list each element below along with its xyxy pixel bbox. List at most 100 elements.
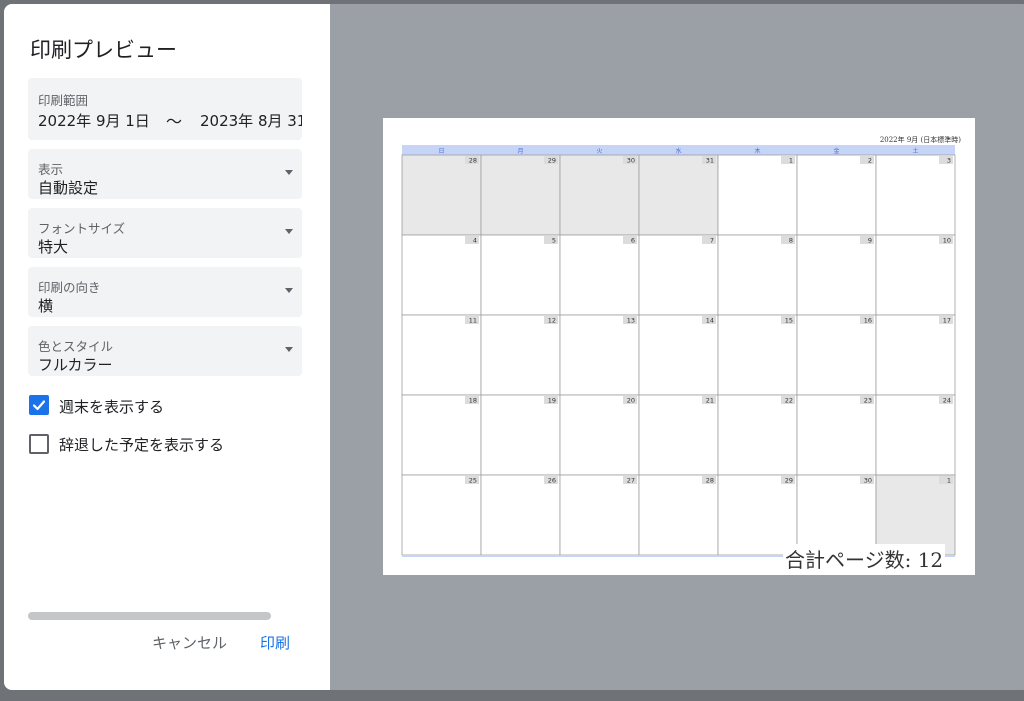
color-style-select[interactable]: 色とスタイル フルカラー [28, 326, 302, 376]
print-range-field[interactable]: 印刷範囲 2022年 9月 1日 〜 2023年 8月 31日 [28, 78, 302, 140]
chevron-down-icon [285, 347, 293, 352]
chevron-down-icon [285, 229, 293, 234]
show-weekends-checkbox[interactable] [29, 395, 49, 415]
calendar-day-cell [796, 314, 877, 396]
date-number: 29 [785, 477, 793, 485]
dialog-title: 印刷プレビュー [30, 38, 177, 62]
calendar-day-cell [717, 234, 798, 316]
calendar-day-cell [796, 154, 877, 236]
horizontal-scrollbar[interactable] [28, 612, 271, 620]
date-number: 14 [706, 317, 714, 325]
preview-page: 日月火水木金土 28 29 30 31 1 2 3 4 5 6 7 8 9 10 11 12 13 14 15 16 17… [383, 118, 975, 575]
calendar-day-cell [480, 394, 561, 476]
date-number: 13 [627, 317, 635, 325]
calendar-day-cell [559, 474, 640, 556]
date-number: 11 [469, 317, 477, 325]
date-number: 30 [864, 477, 872, 485]
calendar-day-cell [559, 394, 640, 476]
date-number: 10 [943, 237, 951, 245]
date-number: 25 [469, 477, 477, 485]
date-number: 12 [548, 317, 556, 325]
cancel-button[interactable]: キャンセル [152, 632, 227, 653]
date-number: 6 [631, 237, 635, 245]
font-size-select[interactable]: フォントサイズ 特大 [28, 208, 302, 258]
calendar-day-cell [717, 314, 798, 396]
date-number: 7 [710, 237, 714, 245]
calendar-day-cell [638, 394, 719, 476]
display-label: 表示 [38, 162, 64, 177]
date-number: 30 [627, 157, 635, 165]
calendar-day-cell [796, 474, 877, 556]
print-button[interactable]: 印刷 [260, 632, 290, 653]
print-range-end[interactable]: 2023年 8月 31日 [200, 110, 302, 131]
date-number: 28 [706, 477, 714, 485]
calendar-day-cell [401, 234, 482, 316]
calendar-day-cell [559, 314, 640, 396]
date-number: 26 [548, 477, 556, 485]
date-number: 29 [548, 157, 556, 165]
calendar-day-cell [480, 154, 561, 236]
calendar-day-cell [401, 314, 482, 396]
calendar-day-cell [638, 154, 719, 236]
date-number: 31 [706, 157, 714, 165]
date-number: 4 [473, 237, 477, 245]
date-number: 28 [469, 157, 477, 165]
checkmark-icon [32, 400, 46, 411]
font-size-value: 特大 [38, 238, 69, 256]
calendar-day-cell [480, 314, 561, 396]
show-declined-label[interactable]: 辞退した予定を表示する [59, 434, 224, 455]
date-number: 17 [943, 317, 951, 325]
date-number: 27 [627, 477, 635, 485]
color-style-label: 色とスタイル [38, 339, 114, 354]
preview-header-text: 2022年 9月 (日本標準時) [879, 136, 961, 144]
date-number: 1 [789, 157, 793, 165]
calendar-day-cell [638, 474, 719, 556]
date-number: 20 [627, 397, 635, 405]
date-number: 15 [785, 317, 793, 325]
calendar-day-cell [638, 314, 719, 396]
calendar-day-cell [480, 474, 561, 556]
weekday-label: 木 [754, 147, 760, 155]
date-number: 8 [789, 237, 793, 245]
calendar-day-cell [796, 394, 877, 476]
orientation-select[interactable]: 印刷の向き 横 [28, 267, 302, 317]
chevron-down-icon [285, 288, 293, 293]
date-number: 3 [947, 157, 951, 165]
date-number: 23 [864, 397, 872, 405]
show-declined-checkbox[interactable] [29, 434, 49, 454]
calendar-day-cell [559, 234, 640, 316]
date-number: 24 [943, 397, 951, 405]
chevron-down-icon [285, 170, 293, 175]
calendar-day-cell [717, 154, 798, 236]
calendar-day-cell [875, 154, 956, 236]
calendar-day-cell [717, 474, 798, 556]
display-value: 自動設定 [38, 179, 99, 197]
color-style-value: フルカラー [38, 356, 113, 374]
date-number: 19 [548, 397, 556, 405]
weekday-label: 月 [517, 148, 523, 155]
weekday-label: 日 [438, 148, 444, 155]
display-select[interactable]: 表示 自動設定 [28, 149, 302, 199]
total-pages-label: 合計ページ数: 12 [783, 544, 946, 573]
calendar-grid: 日月火水木金土28 29 30 31 1 2 34 5 6 7 8 9 1011 12 13 14 15 16 17… [401, 145, 956, 557]
orientation-label: 印刷の向き [38, 280, 101, 295]
date-number: 2 [868, 157, 872, 165]
print-range-separator: 〜 [166, 112, 183, 131]
calendar-day-cell [875, 394, 956, 476]
weekday-label: 土 [912, 147, 918, 155]
date-number: 22 [785, 397, 793, 405]
calendar-day-cell [401, 394, 482, 476]
calendar-day-cell [875, 234, 956, 316]
orientation-value: 横 [38, 297, 54, 315]
calendar-day-cell [638, 234, 719, 316]
calendar-day-cell [796, 234, 877, 316]
calendar-day-cell [717, 394, 798, 476]
calendar-day-cell [401, 154, 482, 236]
settings-panel: 印刷プレビュー 印刷範囲 2022年 9月 1日 〜 2023年 8月 31日 … [4, 4, 330, 690]
show-weekends-label[interactable]: 週末を表示する [59, 396, 164, 417]
calendar-day-cell [875, 474, 956, 556]
calendar-day-cell [480, 234, 561, 316]
print-range-start[interactable]: 2022年 9月 1日 [38, 110, 150, 131]
date-number: 1 [947, 477, 951, 485]
date-number: 16 [864, 317, 872, 325]
